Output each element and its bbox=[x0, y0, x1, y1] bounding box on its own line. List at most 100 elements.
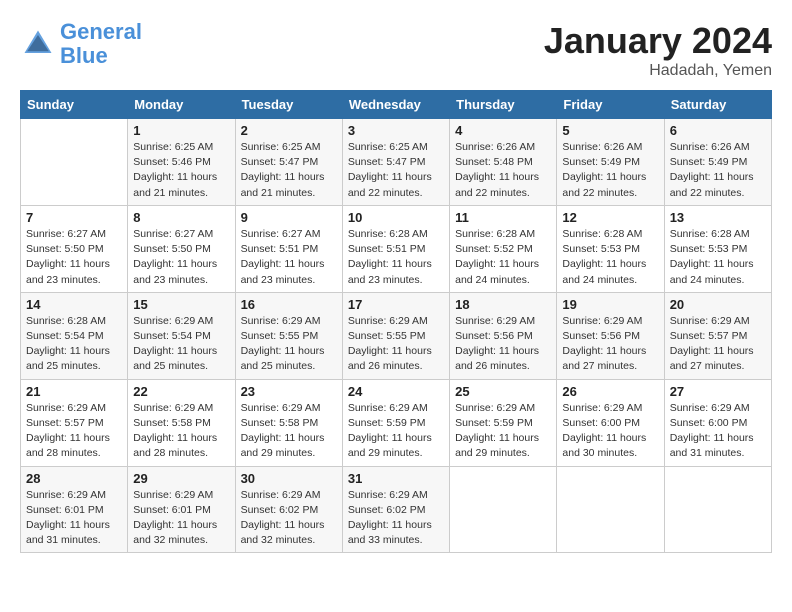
day-info: Sunrise: 6:29 AMSunset: 6:00 PMDaylight:… bbox=[562, 401, 658, 462]
calendar-week-row: 1 Sunrise: 6:25 AMSunset: 5:46 PMDaylight… bbox=[21, 119, 772, 206]
day-number: 6 bbox=[670, 123, 766, 138]
calendar-cell: 27 Sunrise: 6:29 AMSunset: 6:00 PMDayligh… bbox=[664, 379, 771, 466]
day-info: Sunrise: 6:26 AMSunset: 5:49 PMDaylight:… bbox=[562, 140, 658, 201]
calendar-cell: 30Sunrise: 6:29 AMSunset: 6:02 PMDayligh… bbox=[235, 466, 342, 553]
day-number: 4 bbox=[455, 123, 551, 138]
weekday-header: Tuesday bbox=[235, 91, 342, 119]
weekday-header-row: SundayMondayTuesdayWednesdayThursdayFrid… bbox=[21, 91, 772, 119]
day-info: Sunrise: 6:29 AMSunset: 6:02 PMDaylight:… bbox=[241, 488, 337, 549]
day-info: Sunrise: 6:29 AMSunset: 5:59 PMDaylight:… bbox=[348, 401, 444, 462]
day-info: Sunrise: 6:29 AMSunset: 5:54 PMDaylight:… bbox=[133, 314, 229, 375]
day-info: Sunrise: 6:29 AMSunset: 5:55 PMDaylight:… bbox=[348, 314, 444, 375]
day-number: 18 bbox=[455, 297, 551, 312]
calendar-cell: 21 Sunrise: 6:29 AMSunset: 5:57 PMDayligh… bbox=[21, 379, 128, 466]
calendar-week-row: 14 Sunrise: 6:28 AMSunset: 5:54 PMDayligh… bbox=[21, 292, 772, 379]
calendar-week-row: 21 Sunrise: 6:29 AMSunset: 5:57 PMDayligh… bbox=[21, 379, 772, 466]
day-info: Sunrise: 6:28 AMSunset: 5:51 PMDaylight:… bbox=[348, 227, 444, 288]
day-info: Sunrise: 6:29 AMSunset: 5:56 PMDaylight:… bbox=[455, 314, 551, 375]
day-info: Sunrise: 6:28 AMSunset: 5:52 PMDaylight:… bbox=[455, 227, 551, 288]
day-info: Sunrise: 6:26 AMSunset: 5:49 PMDaylight:… bbox=[670, 140, 766, 201]
calendar-cell: 23 Sunrise: 6:29 AMSunset: 5:58 PMDayligh… bbox=[235, 379, 342, 466]
day-info: Sunrise: 6:28 AMSunset: 5:54 PMDaylight:… bbox=[26, 314, 122, 375]
calendar-cell bbox=[21, 119, 128, 206]
calendar-cell: 28 Sunrise: 6:29 AMSunset: 6:01 PMDayligh… bbox=[21, 466, 128, 553]
day-info: Sunrise: 6:29 AMSunset: 6:00 PMDaylight:… bbox=[670, 401, 766, 462]
calendar-cell: 26 Sunrise: 6:29 AMSunset: 6:00 PMDayligh… bbox=[557, 379, 664, 466]
weekday-header: Monday bbox=[128, 91, 235, 119]
day-number: 26 bbox=[562, 384, 658, 399]
calendar-cell: 8 Sunrise: 6:27 AMSunset: 5:50 PMDaylight… bbox=[128, 205, 235, 292]
day-number: 27 bbox=[670, 384, 766, 399]
calendar-cell: 15 Sunrise: 6:29 AMSunset: 5:54 PMDayligh… bbox=[128, 292, 235, 379]
day-number: 21 bbox=[26, 384, 122, 399]
day-number: 23 bbox=[241, 384, 337, 399]
day-number: 31 bbox=[348, 471, 444, 486]
weekday-header: Thursday bbox=[450, 91, 557, 119]
weekday-header: Wednesday bbox=[342, 91, 449, 119]
day-number: 16 bbox=[241, 297, 337, 312]
day-number: 2 bbox=[241, 123, 337, 138]
calendar-cell: 7 Sunrise: 6:27 AMSunset: 5:50 PMDaylight… bbox=[21, 205, 128, 292]
calendar-cell: 20 Sunrise: 6:29 AMSunset: 5:57 PMDayligh… bbox=[664, 292, 771, 379]
day-info: Sunrise: 6:27 AMSunset: 5:51 PMDaylight:… bbox=[241, 227, 337, 288]
calendar-cell: 19 Sunrise: 6:29 AMSunset: 5:56 PMDayligh… bbox=[557, 292, 664, 379]
day-info: Sunrise: 6:29 AMSunset: 6:01 PMDaylight:… bbox=[133, 488, 229, 549]
calendar-week-row: 7 Sunrise: 6:27 AMSunset: 5:50 PMDaylight… bbox=[21, 205, 772, 292]
title-block: January 2024 Hadadah, Yemen bbox=[544, 20, 772, 80]
calendar-cell bbox=[450, 466, 557, 553]
calendar-cell: 29 Sunrise: 6:29 AMSunset: 6:01 PMDayligh… bbox=[128, 466, 235, 553]
calendar-cell: 10 Sunrise: 6:28 AMSunset: 5:51 PMDayligh… bbox=[342, 205, 449, 292]
calendar-cell: 31 Sunrise: 6:29 AMSunset: 6:02 PMDayligh… bbox=[342, 466, 449, 553]
day-info: Sunrise: 6:25 AMSunset: 5:46 PMDaylight:… bbox=[133, 140, 229, 201]
weekday-header: Friday bbox=[557, 91, 664, 119]
day-number: 11 bbox=[455, 210, 551, 225]
logo-text: General Blue bbox=[60, 20, 142, 68]
day-info: Sunrise: 6:29 AMSunset: 5:59 PMDaylight:… bbox=[455, 401, 551, 462]
day-number: 20 bbox=[670, 297, 766, 312]
day-info: Sunrise: 6:29 AMSunset: 5:56 PMDaylight:… bbox=[562, 314, 658, 375]
day-info: Sunrise: 6:28 AMSunset: 5:53 PMDaylight:… bbox=[562, 227, 658, 288]
calendar-cell: 13Sunrise: 6:28 AMSunset: 5:53 PMDayligh… bbox=[664, 205, 771, 292]
day-info: Sunrise: 6:29 AMSunset: 6:02 PMDaylight:… bbox=[348, 488, 444, 549]
calendar-week-row: 28 Sunrise: 6:29 AMSunset: 6:01 PMDayligh… bbox=[21, 466, 772, 553]
calendar-cell: 25Sunrise: 6:29 AMSunset: 5:59 PMDayligh… bbox=[450, 379, 557, 466]
calendar-cell: 3Sunrise: 6:25 AMSunset: 5:47 PMDaylight… bbox=[342, 119, 449, 206]
day-number: 8 bbox=[133, 210, 229, 225]
calendar-cell: 17Sunrise: 6:29 AMSunset: 5:55 PMDayligh… bbox=[342, 292, 449, 379]
day-info: Sunrise: 6:27 AMSunset: 5:50 PMDaylight:… bbox=[26, 227, 122, 288]
day-number: 19 bbox=[562, 297, 658, 312]
day-info: Sunrise: 6:29 AMSunset: 5:57 PMDaylight:… bbox=[670, 314, 766, 375]
day-info: Sunrise: 6:29 AMSunset: 5:58 PMDaylight:… bbox=[241, 401, 337, 462]
month-title: January 2024 bbox=[544, 20, 772, 62]
day-number: 24 bbox=[348, 384, 444, 399]
calendar-cell: 4Sunrise: 6:26 AMSunset: 5:48 PMDaylight… bbox=[450, 119, 557, 206]
day-number: 7 bbox=[26, 210, 122, 225]
day-number: 12 bbox=[562, 210, 658, 225]
day-info: Sunrise: 6:28 AMSunset: 5:53 PMDaylight:… bbox=[670, 227, 766, 288]
day-number: 3 bbox=[348, 123, 444, 138]
calendar-cell bbox=[664, 466, 771, 553]
logo: General Blue bbox=[20, 20, 142, 68]
calendar-cell: 6 Sunrise: 6:26 AMSunset: 5:49 PMDaylight… bbox=[664, 119, 771, 206]
day-info: Sunrise: 6:29 AMSunset: 6:01 PMDaylight:… bbox=[26, 488, 122, 549]
day-number: 5 bbox=[562, 123, 658, 138]
day-number: 14 bbox=[26, 297, 122, 312]
calendar-cell: 1 Sunrise: 6:25 AMSunset: 5:46 PMDaylight… bbox=[128, 119, 235, 206]
day-number: 29 bbox=[133, 471, 229, 486]
location: Hadadah, Yemen bbox=[544, 62, 772, 80]
day-info: Sunrise: 6:29 AMSunset: 5:57 PMDaylight:… bbox=[26, 401, 122, 462]
calendar-cell: 16Sunrise: 6:29 AMSunset: 5:55 PMDayligh… bbox=[235, 292, 342, 379]
day-number: 28 bbox=[26, 471, 122, 486]
calendar-cell: 2 Sunrise: 6:25 AMSunset: 5:47 PMDaylight… bbox=[235, 119, 342, 206]
calendar-cell: 24 Sunrise: 6:29 AMSunset: 5:59 PMDayligh… bbox=[342, 379, 449, 466]
weekday-header: Sunday bbox=[21, 91, 128, 119]
day-number: 15 bbox=[133, 297, 229, 312]
calendar-cell: 14 Sunrise: 6:28 AMSunset: 5:54 PMDayligh… bbox=[21, 292, 128, 379]
weekday-header: Saturday bbox=[664, 91, 771, 119]
day-info: Sunrise: 6:29 AMSunset: 5:58 PMDaylight:… bbox=[133, 401, 229, 462]
day-info: Sunrise: 6:27 AMSunset: 5:50 PMDaylight:… bbox=[133, 227, 229, 288]
day-info: Sunrise: 6:25 AMSunset: 5:47 PMDaylight:… bbox=[241, 140, 337, 201]
day-number: 1 bbox=[133, 123, 229, 138]
calendar-cell: 11 Sunrise: 6:28 AMSunset: 5:52 PMDayligh… bbox=[450, 205, 557, 292]
day-number: 10 bbox=[348, 210, 444, 225]
